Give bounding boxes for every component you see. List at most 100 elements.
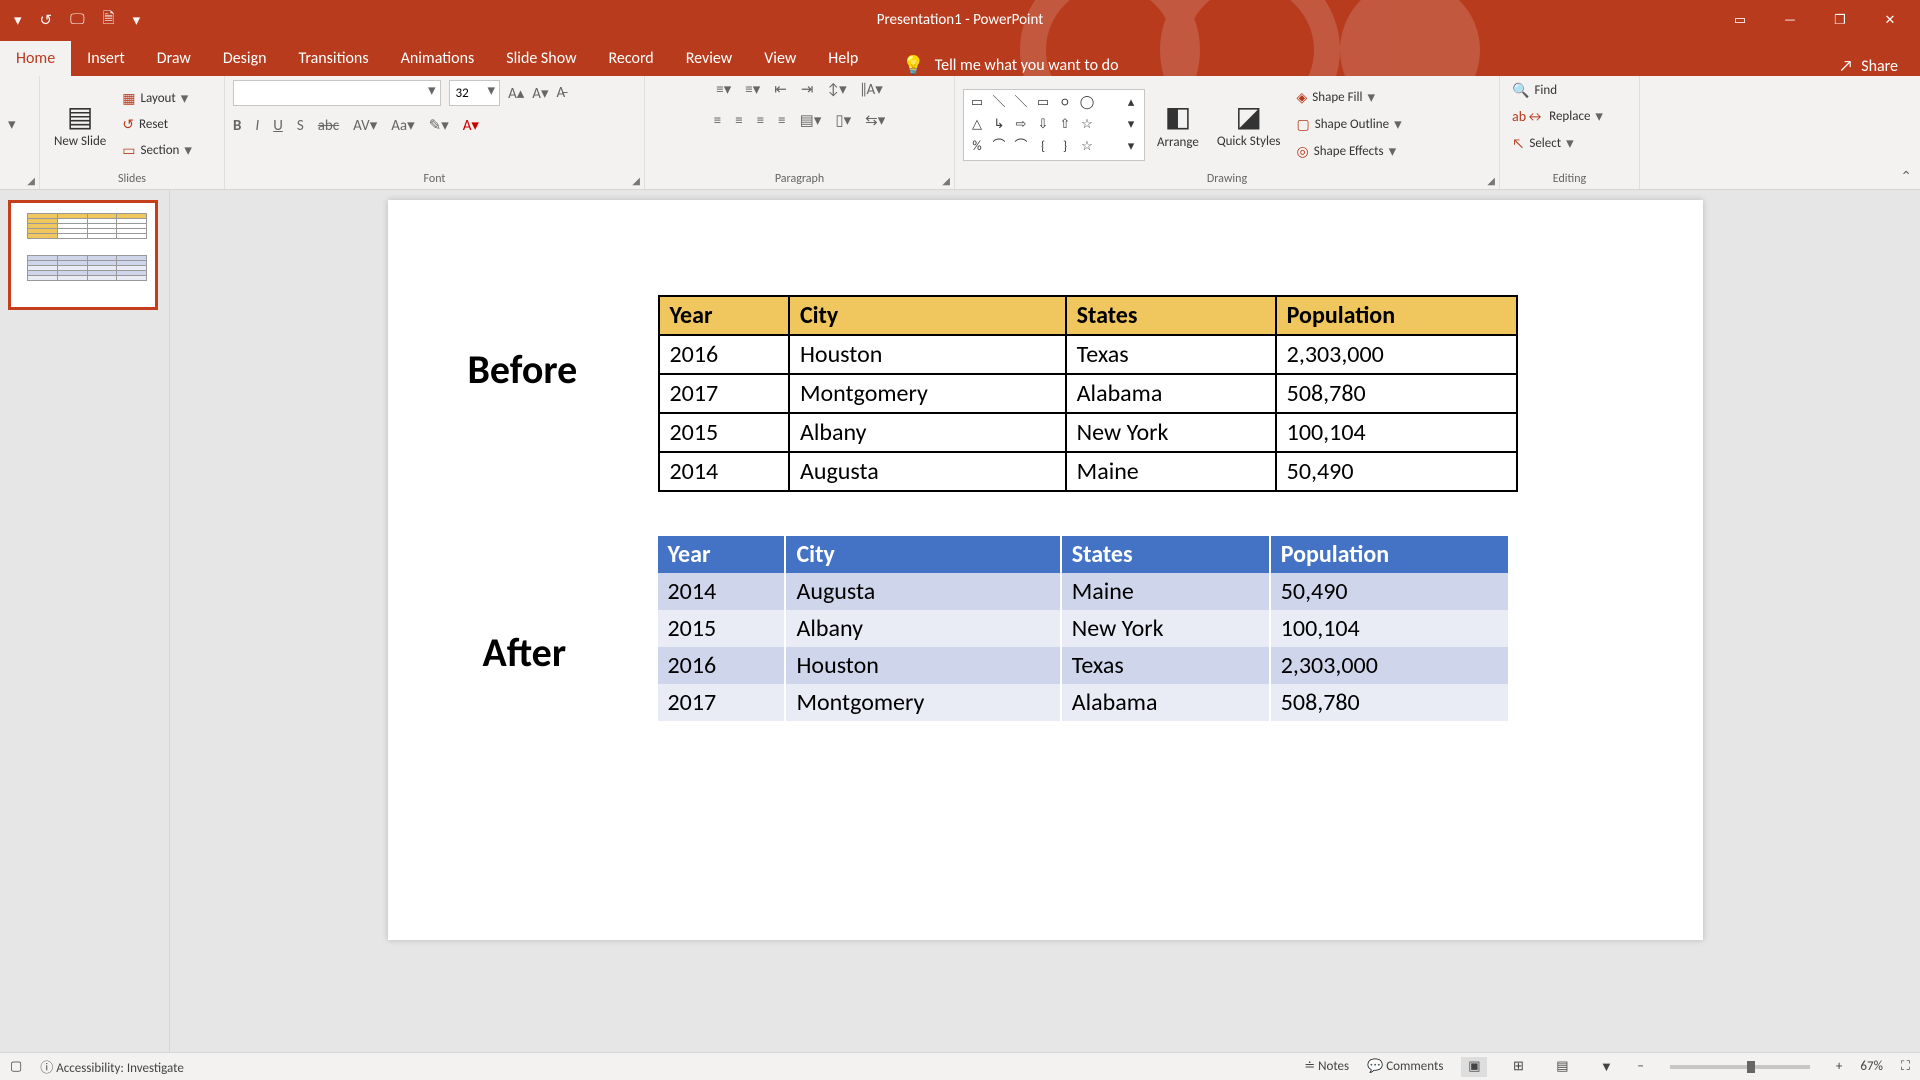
table-row[interactable]: 2016HoustonTexas2,303,000: [659, 335, 1517, 374]
char-spacing-icon[interactable]: AV▾: [353, 116, 377, 135]
increase-font-icon[interactable]: A▴: [508, 84, 524, 103]
table-cell: 2014: [658, 573, 786, 610]
layout-button[interactable]: ▦Layout▾: [118, 87, 196, 110]
title-bar: ▾ ↺ 🖵 🗎 ▾ Presentation1 - PowerPoint ▭ —…: [0, 0, 1920, 40]
underline-icon[interactable]: U: [273, 117, 283, 135]
justify-icon[interactable]: ≡: [778, 112, 785, 130]
tab-slideshow[interactable]: Slide Show: [490, 41, 592, 76]
comments-button[interactable]: 💬 Comments: [1367, 1059, 1443, 1074]
font-dialog-launcher-icon[interactable]: ◢: [632, 174, 640, 187]
drawing-dialog-launcher-icon[interactable]: ◢: [1487, 174, 1495, 187]
find-button[interactable]: 🔍Find: [1508, 80, 1561, 101]
slide-thumbnail-1[interactable]: [8, 200, 158, 310]
shapes-gallery[interactable]: ▭＼＼▭○◯▴ △↳⇨⇩⇧☆▾ %⌒⌒{}☆▾: [963, 89, 1145, 161]
undo-icon[interactable]: ↺: [40, 11, 53, 30]
reset-button[interactable]: ↺Reset: [118, 114, 196, 135]
zoom-slider[interactable]: [1670, 1065, 1810, 1069]
shadow-icon[interactable]: S: [297, 117, 304, 135]
restore-button[interactable]: ❐: [1832, 13, 1848, 28]
table-row[interactable]: 2017MontgomeryAlabama508,780: [659, 374, 1517, 413]
clipboard-dialog-launcher-icon[interactable]: ◢: [27, 174, 35, 187]
change-case-icon[interactable]: Aa▾: [391, 116, 414, 135]
text-direction-icon[interactable]: ‖A▾: [861, 80, 883, 99]
tab-insert[interactable]: Insert: [71, 41, 141, 76]
before-table[interactable]: YearCityStatesPopulation 2016HoustonTexa…: [658, 295, 1518, 492]
columns-icon[interactable]: ▤▾: [800, 111, 822, 130]
align-text-icon[interactable]: ▯▾: [835, 111, 851, 130]
tab-help[interactable]: Help: [812, 41, 874, 76]
decrease-indent-icon[interactable]: ⇤: [774, 80, 787, 99]
table-row[interactable]: 2014AugustaMaine50,490: [659, 452, 1517, 491]
strikethrough-icon[interactable]: abc: [318, 117, 339, 135]
font-color-icon[interactable]: A▾: [463, 116, 479, 135]
arrange-button[interactable]: ◧ Arrange: [1151, 97, 1205, 152]
clear-formatting-icon[interactable]: A̶: [557, 84, 566, 102]
replace-button[interactable]: ab↔Replace▾: [1508, 105, 1607, 128]
fit-to-window-icon[interactable]: ⛶: [1901, 1059, 1910, 1074]
tab-draw[interactable]: Draw: [141, 41, 207, 76]
line-spacing-icon[interactable]: ↕▾: [827, 80, 846, 99]
collapse-ribbon-icon[interactable]: ⌃: [1900, 168, 1912, 185]
slide-thumbnail-panel[interactable]: [0, 190, 170, 1052]
select-button[interactable]: ↖Select▾: [1508, 132, 1578, 155]
sorter-view-icon[interactable]: ⊞: [1505, 1057, 1531, 1077]
table-cell: 2015: [659, 413, 789, 452]
tell-me-search[interactable]: 💡 Tell me what you want to do: [902, 54, 1118, 76]
table-header: Population: [1276, 296, 1517, 335]
notes-button[interactable]: ≐ Notes: [1304, 1059, 1349, 1074]
zoom-level[interactable]: 67%: [1860, 1059, 1882, 1074]
italic-icon[interactable]: I: [255, 117, 259, 135]
tab-review[interactable]: Review: [670, 41, 749, 76]
increase-indent-icon[interactable]: ⇥: [801, 80, 814, 99]
new-slide-button[interactable]: ▤ New Slide: [48, 97, 112, 151]
font-name-input[interactable]: [234, 81, 424, 105]
align-left-icon[interactable]: ≡: [714, 112, 721, 130]
section-button[interactable]: ▭Section▾: [118, 139, 196, 162]
new-file-icon[interactable]: 🗎: [103, 8, 115, 33]
bold-icon[interactable]: B: [233, 117, 241, 135]
zoom-out-icon[interactable]: −: [1637, 1059, 1643, 1074]
align-center-icon[interactable]: ≡: [735, 112, 742, 130]
bullets-icon[interactable]: ≡▾: [716, 80, 731, 99]
slide-canvas[interactable]: Before After YearCityStatesPopulation 20…: [170, 190, 1920, 1052]
reading-view-icon[interactable]: ▤: [1549, 1057, 1575, 1077]
shape-effects-button[interactable]: ◎Shape Effects▾: [1293, 140, 1406, 163]
decrease-font-icon[interactable]: A▾: [532, 84, 548, 103]
table-row[interactable]: 2015AlbanyNew York100,104: [658, 610, 1508, 647]
share-button[interactable]: ↗ Share: [1839, 57, 1920, 76]
tab-animations[interactable]: Animations: [385, 41, 491, 76]
paste-icon[interactable]: ▾: [8, 115, 16, 134]
numbering-icon[interactable]: ≡▾: [745, 80, 760, 99]
table-row[interactable]: 2016HoustonTexas2,303,000: [658, 647, 1508, 684]
zoom-in-icon[interactable]: +: [1836, 1059, 1842, 1074]
autosave-dropdown-icon[interactable]: ▾: [14, 11, 22, 30]
shape-fill-icon: ◈: [1297, 89, 1308, 106]
table-row[interactable]: 2015AlbanyNew York100,104: [659, 413, 1517, 452]
tab-view[interactable]: View: [748, 41, 812, 76]
paragraph-dialog-launcher-icon[interactable]: ◢: [942, 174, 950, 187]
highlight-icon[interactable]: ✎▾: [429, 116, 449, 135]
slideshow-view-icon[interactable]: ▼: [1593, 1057, 1619, 1077]
minimize-button[interactable]: —: [1782, 13, 1798, 28]
tab-record[interactable]: Record: [593, 41, 670, 76]
tab-design[interactable]: Design: [207, 41, 283, 76]
tab-transitions[interactable]: Transitions: [283, 41, 385, 76]
present-icon[interactable]: 🖵: [70, 11, 84, 29]
smartart-icon[interactable]: ⇆▾: [865, 111, 885, 130]
tab-home[interactable]: Home: [0, 41, 71, 76]
normal-view-icon[interactable]: ▣: [1461, 1057, 1487, 1077]
close-button[interactable]: ✕: [1882, 13, 1898, 28]
table-row[interactable]: 2017MontgomeryAlabama508,780: [658, 684, 1508, 721]
after-table[interactable]: YearCityStatesPopulation 2014AugustaMain…: [658, 536, 1508, 721]
shape-fill-button[interactable]: ◈Shape Fill▾: [1293, 86, 1406, 109]
status-settings-icon[interactable]: ▢: [10, 1059, 22, 1074]
slide[interactable]: Before After YearCityStatesPopulation 20…: [388, 200, 1703, 940]
quick-styles-button[interactable]: ◪ Quick Styles: [1211, 97, 1287, 151]
align-right-icon[interactable]: ≡: [757, 112, 764, 130]
accessibility-button[interactable]: ⓘ Accessibility: Investigate: [40, 1057, 184, 1076]
shape-outline-button[interactable]: ▢Shape Outline▾: [1293, 113, 1406, 136]
qat-customize-icon[interactable]: ▾: [133, 11, 141, 30]
table-row[interactable]: 2014AugustaMaine50,490: [658, 573, 1508, 610]
font-size-input[interactable]: [450, 81, 484, 105]
ribbon-display-options-icon[interactable]: ▭: [1732, 13, 1748, 28]
